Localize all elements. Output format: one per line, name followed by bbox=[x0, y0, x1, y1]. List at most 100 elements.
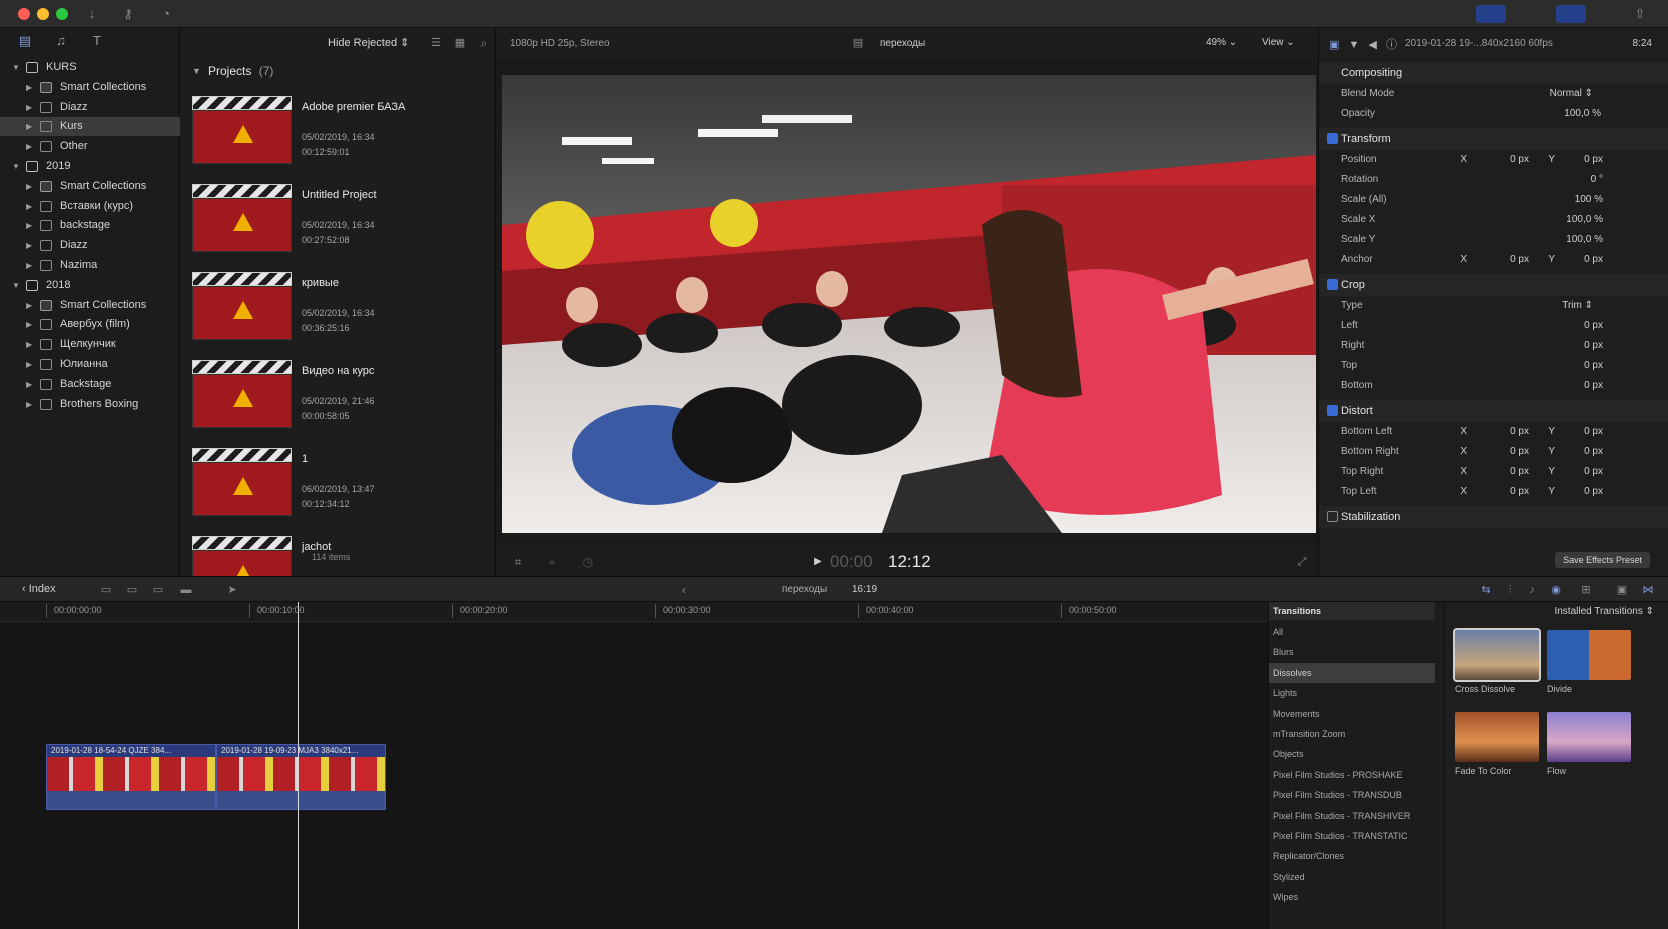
keyword-icon[interactable]: ⚷ bbox=[118, 5, 138, 23]
position-y-value[interactable]: 0 px bbox=[1584, 150, 1603, 170]
video-audio-toggle-icon[interactable]: ⇆ bbox=[1476, 581, 1496, 599]
top-right-x[interactable]: 0 px bbox=[1510, 462, 1529, 482]
stabilization-checkbox[interactable] bbox=[1327, 511, 1338, 522]
snapping-icon[interactable]: ⊞ bbox=[1576, 581, 1596, 599]
select-tool-icon[interactable]: ➤ bbox=[222, 581, 242, 599]
compositing-section[interactable]: Compositing bbox=[1319, 62, 1668, 84]
crop-section[interactable]: Crop bbox=[1319, 274, 1668, 296]
project-item[interactable]: Adobe premier БАЗА 05/02/2019, 16:34 00:12… bbox=[192, 96, 492, 184]
crop-checkbox[interactable] bbox=[1327, 279, 1338, 290]
zoom-window-button[interactable] bbox=[56, 8, 68, 20]
disclosure-closed-icon[interactable]: ▶ bbox=[26, 296, 32, 315]
disclosure-open-icon[interactable]: ▼ bbox=[12, 276, 20, 295]
share-icon[interactable]: ⇧ bbox=[1630, 5, 1650, 23]
zoom-dropdown[interactable]: 49% ⌄ bbox=[1206, 37, 1237, 48]
play-icon[interactable]: ▶ bbox=[808, 553, 828, 571]
project-item[interactable]: Untitled Project 05/02/2019, 16:34 00:27:5… bbox=[192, 184, 492, 272]
transition-thumbnail[interactable] bbox=[1453, 628, 1541, 682]
close-window-button[interactable] bbox=[18, 8, 30, 20]
crop-top-value[interactable]: 0 px bbox=[1584, 356, 1603, 376]
disclosure-open-icon[interactable]: ▼ bbox=[12, 58, 20, 77]
photos-audio-icon[interactable]: ♫ bbox=[52, 33, 70, 49]
library-item[interactable]: ▶ Авербух (film) bbox=[0, 315, 180, 334]
disclosure-closed-icon[interactable]: ▶ bbox=[26, 78, 32, 97]
scale-all-value[interactable]: 100 % bbox=[1575, 190, 1603, 210]
disclosure-closed-icon[interactable]: ▶ bbox=[26, 216, 32, 235]
distort-section[interactable]: Distort bbox=[1319, 400, 1668, 422]
transitions-browser-icon[interactable]: ⋈ bbox=[1638, 581, 1658, 599]
hide-rejected-dropdown[interactable]: Hide Rejected ⇕ bbox=[328, 36, 409, 49]
transform-checkbox[interactable] bbox=[1327, 133, 1338, 144]
bottom-left-y[interactable]: 0 px bbox=[1584, 422, 1603, 442]
view-dropdown[interactable]: View ⌄ bbox=[1262, 37, 1295, 48]
library-item[interactable]: ▶ Юлианна bbox=[0, 355, 180, 374]
append-clip-icon[interactable]: ▭ bbox=[148, 581, 168, 599]
stabilization-section[interactable]: Stabilization bbox=[1319, 506, 1668, 528]
info-inspector-icon[interactable]: ⓘ bbox=[1386, 39, 1397, 51]
disclosure-closed-icon[interactable]: ▶ bbox=[26, 117, 32, 136]
top-left-x[interactable]: 0 px bbox=[1510, 482, 1529, 502]
disclosure-closed-icon[interactable]: ▶ bbox=[26, 197, 32, 216]
solo-icon[interactable]: ◉ bbox=[1546, 581, 1566, 599]
blend-mode-value[interactable]: Normal ⇕ bbox=[1550, 84, 1593, 104]
crop-tool-icon[interactable]: ⌗ bbox=[508, 553, 528, 571]
transform-section[interactable]: Transform bbox=[1319, 128, 1668, 150]
position-x-value[interactable]: 0 px bbox=[1510, 150, 1529, 170]
library-item[interactable]: ▶ backstage bbox=[0, 216, 180, 235]
projects-disclosure-icon[interactable]: ▼ bbox=[192, 66, 201, 76]
disclosure-open-icon[interactable]: ▼ bbox=[12, 157, 20, 176]
speed-tool-icon[interactable]: ◷ bbox=[578, 553, 598, 571]
library-item[interactable]: ▶ Brothers Boxing bbox=[0, 395, 180, 414]
bottom-right-x[interactable]: 0 px bbox=[1510, 442, 1529, 462]
transition-category[interactable]: Movements bbox=[1269, 704, 1435, 724]
timeline-clip[interactable]: 2019-01-28 18-54-24 QJZE 384... bbox=[46, 744, 216, 810]
overwrite-clip-icon[interactable]: ▬ bbox=[176, 581, 196, 599]
anchor-y-value[interactable]: 0 px bbox=[1584, 250, 1603, 270]
transition-category[interactable]: Dissolves bbox=[1269, 662, 1435, 683]
transition-thumbnail[interactable] bbox=[1547, 630, 1631, 680]
timeline-clip[interactable]: 2019-01-28 19-09-23 MJA3 3840x21... bbox=[216, 744, 386, 810]
audio-skimming-icon[interactable]: ♪ bbox=[1522, 581, 1542, 599]
disclosure-closed-icon[interactable]: ▶ bbox=[26, 395, 32, 414]
rotation-value[interactable]: 0 ° bbox=[1591, 170, 1603, 190]
project-item[interactable]: Видео на курс 05/02/2019, 21:46 00:00:58:0… bbox=[192, 360, 492, 448]
library-item[interactable]: ▼ KURS bbox=[0, 58, 180, 77]
project-item[interactable]: 1 06/02/2019, 13:47 00:12:34:12 bbox=[192, 448, 492, 536]
bottom-left-x[interactable]: 0 px bbox=[1510, 422, 1529, 442]
transition-category[interactable]: Wipes bbox=[1269, 887, 1435, 907]
library-item[interactable]: ▶ Щелкунчик bbox=[0, 335, 180, 354]
disclosure-closed-icon[interactable]: ▶ bbox=[26, 375, 32, 394]
disclosure-closed-icon[interactable]: ▶ bbox=[26, 256, 32, 275]
transition-category[interactable]: mTransition Zoom bbox=[1269, 724, 1435, 744]
project-item[interactable]: кривые 05/02/2019, 16:34 00:36:25:16 bbox=[192, 272, 492, 360]
save-effects-preset-button[interactable]: Save Effects Preset bbox=[1555, 552, 1650, 568]
effects-browser-icon[interactable]: ▣ bbox=[1612, 581, 1632, 599]
transition-category[interactable]: Pixel Film Studios - TRANSTATIC bbox=[1269, 826, 1435, 846]
crop-type-value[interactable]: Trim ⇕ bbox=[1562, 296, 1593, 316]
disclosure-closed-icon[interactable]: ▶ bbox=[26, 177, 32, 196]
disclosure-closed-icon[interactable]: ▶ bbox=[26, 315, 32, 334]
disclosure-closed-icon[interactable]: ▶ bbox=[26, 236, 32, 255]
import-icon[interactable]: ↓ bbox=[82, 5, 102, 23]
connect-clip-icon[interactable]: ▭ bbox=[96, 581, 116, 599]
transition-category[interactable]: Objects bbox=[1269, 744, 1435, 764]
transition-category[interactable]: Lights bbox=[1269, 683, 1435, 703]
library-item[interactable]: ▶ Diazz bbox=[0, 236, 180, 255]
library-item[interactable]: ▶ Diazz bbox=[0, 98, 180, 117]
skimming-icon[interactable]: ⫶ bbox=[1500, 581, 1520, 599]
transition-category[interactable]: Pixel Film Studios - TRANSDUB bbox=[1269, 785, 1435, 805]
crop-left-value[interactable]: 0 px bbox=[1584, 316, 1603, 336]
installed-transitions-dropdown[interactable]: Installed Transitions ⇕ bbox=[1554, 606, 1654, 617]
list-view-icon[interactable]: ☰ bbox=[426, 34, 446, 52]
audio-inspector-icon[interactable]: ◀ bbox=[1368, 39, 1376, 51]
library-item[interactable]: ▼ 2018 bbox=[0, 276, 180, 295]
show-browser-toggle[interactable] bbox=[1476, 5, 1506, 23]
transition-thumbnail[interactable] bbox=[1455, 712, 1539, 762]
library-item[interactable]: ▶ Smart Collections bbox=[0, 296, 180, 315]
top-right-y[interactable]: 0 px bbox=[1584, 462, 1603, 482]
minimize-window-button[interactable] bbox=[37, 8, 49, 20]
transition-category[interactable]: Pixel Film Studios - TRANSHIVER bbox=[1269, 806, 1435, 826]
viewer-canvas[interactable] bbox=[502, 75, 1316, 533]
disclosure-closed-icon[interactable]: ▶ bbox=[26, 98, 32, 117]
show-inspector-toggle[interactable] bbox=[1556, 5, 1586, 23]
